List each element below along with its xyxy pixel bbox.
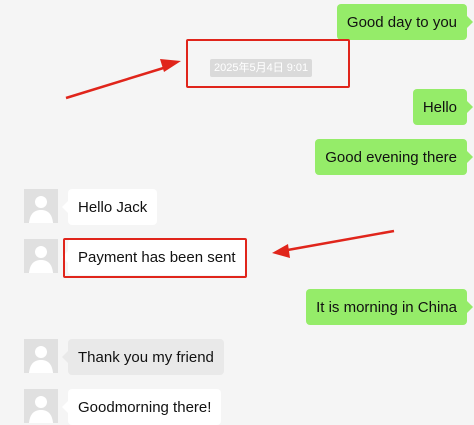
message-text: Good evening there: [325, 148, 457, 166]
message-text: Hello Jack: [78, 198, 148, 216]
arrow-icon: [65, 59, 181, 100]
message-bubble-outgoing[interactable]: Good day to you: [336, 4, 474, 40]
message-text: Goodmorning there!: [78, 398, 212, 416]
message-bubble-incoming[interactable]: Thank you my friend: [62, 339, 224, 375]
default-user-avatar-icon[interactable]: [24, 239, 58, 273]
message-text: Good day to you: [346, 13, 457, 31]
message-text: It is morning in China: [316, 298, 457, 316]
message-bubble-incoming[interactable]: Goodmorning there!: [61, 389, 222, 425]
message-text: Hello: [422, 98, 457, 116]
arrow-icon: [272, 229, 395, 258]
message-timestamp: 2025年5月4日 9:01: [210, 59, 313, 77]
chat-history: Good day to you 2025年5月4日 9:01 Hello Goo…: [0, 0, 474, 425]
message-bubble-incoming[interactable]: Hello Jack: [61, 189, 158, 225]
message-bubble-outgoing[interactable]: Good evening there: [315, 139, 473, 175]
message-bubble-outgoing[interactable]: Hello: [412, 89, 474, 125]
default-user-avatar-icon[interactable]: [24, 339, 58, 373]
message-bubble-outgoing[interactable]: It is morning in China: [306, 289, 473, 325]
default-user-avatar-icon[interactable]: [24, 189, 58, 223]
message-text: Thank you my friend: [78, 348, 214, 366]
default-user-avatar-icon[interactable]: [24, 389, 58, 423]
message-text: Payment has been sent: [78, 248, 236, 266]
message-bubble-incoming[interactable]: Payment has been sent: [62, 239, 246, 275]
